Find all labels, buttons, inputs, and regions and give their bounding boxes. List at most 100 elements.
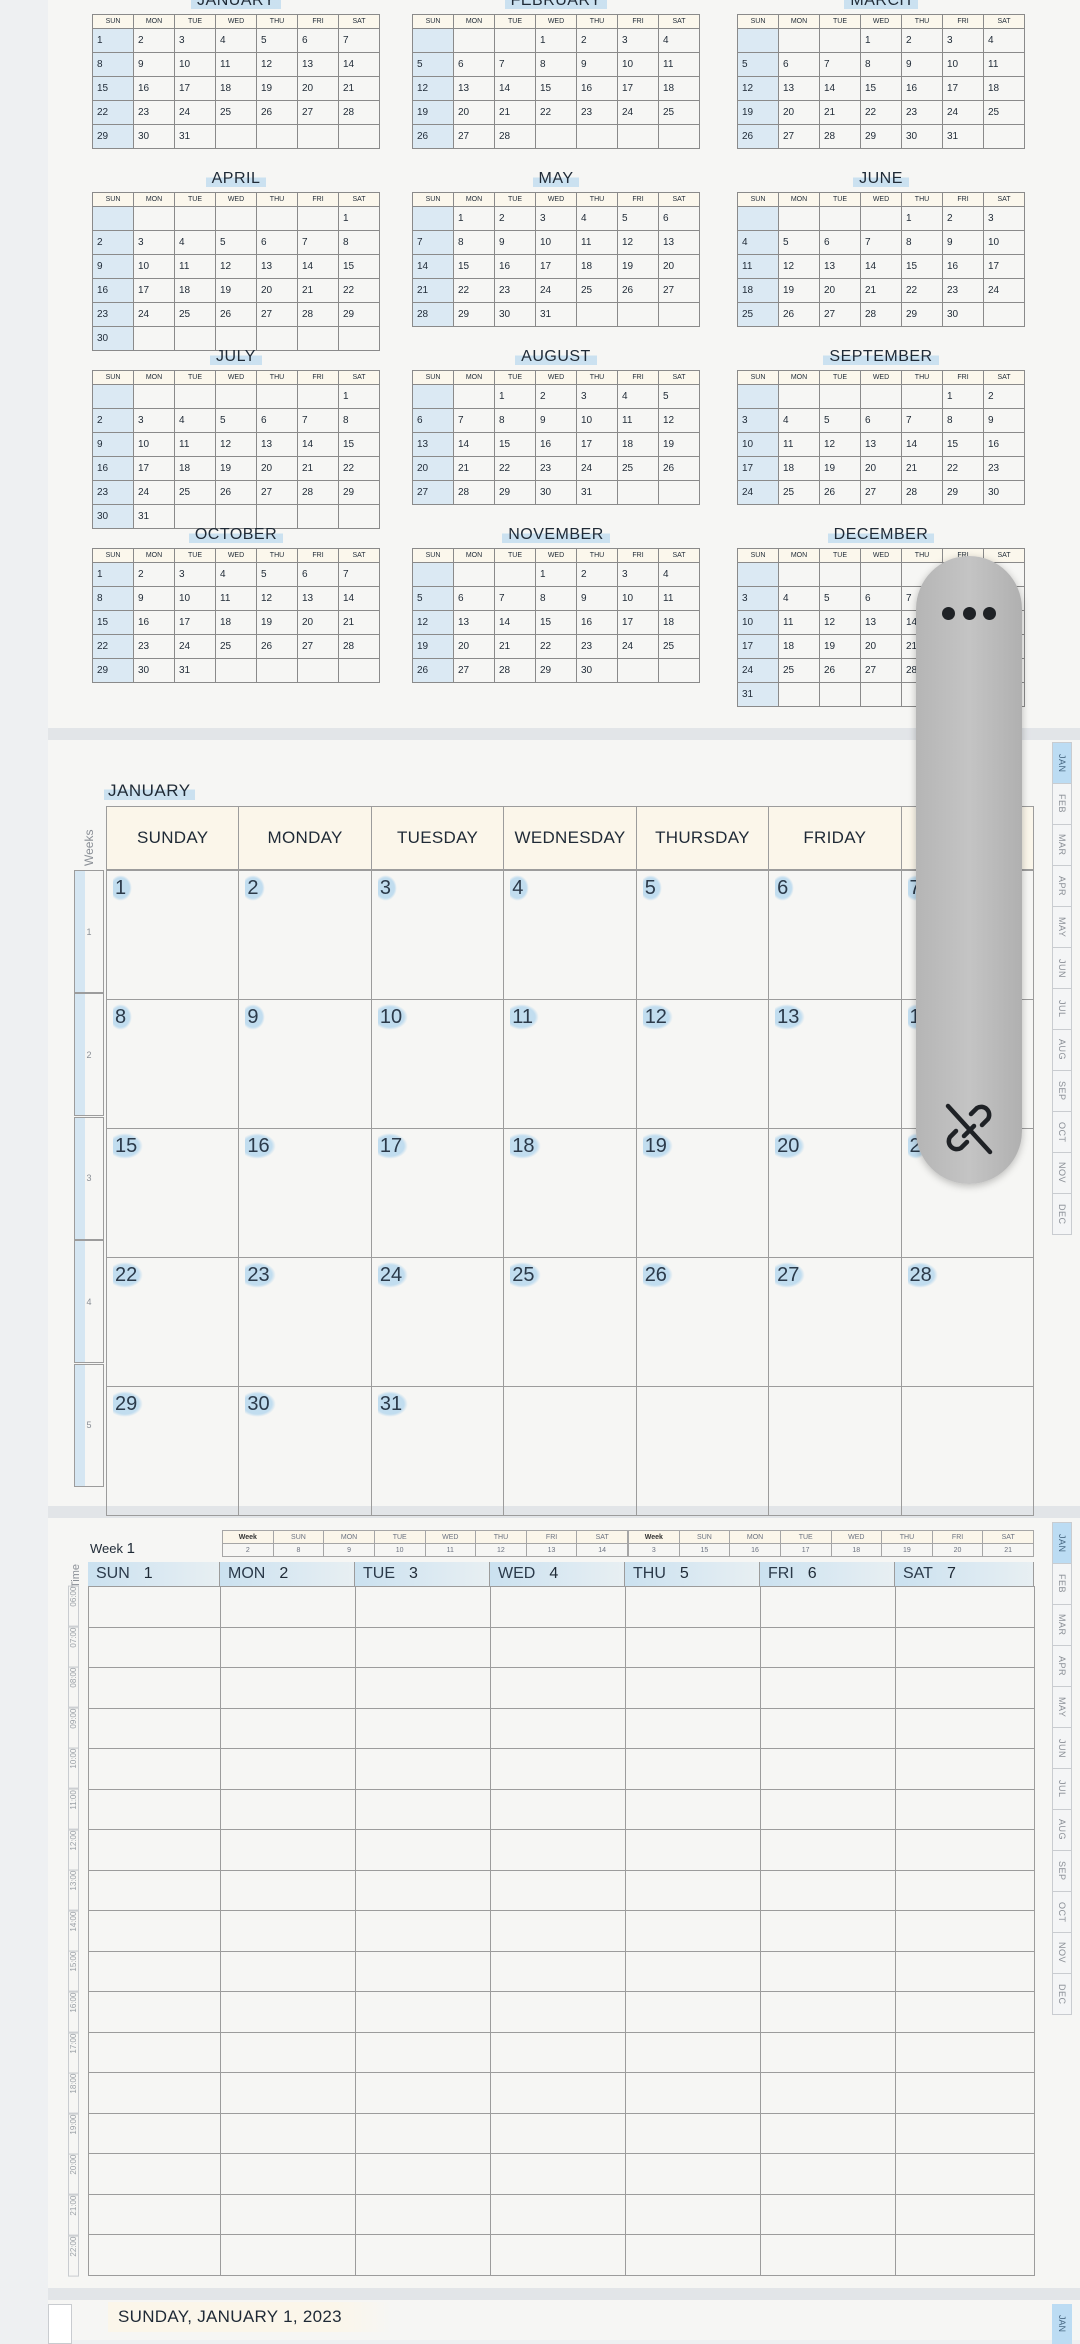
mini-day-cell[interactable]: 27 (297, 634, 339, 659)
mini-day-cell[interactable]: 23 (535, 456, 577, 481)
mini-day-cell[interactable]: 7 (494, 586, 536, 611)
mini-day-cell[interactable]: 22 (338, 456, 380, 481)
time-slot[interactable] (895, 1869, 1035, 1911)
mini-day-cell[interactable]: 16 (942, 254, 984, 279)
mini-day-cell[interactable]: 14 (494, 76, 536, 101)
mini-day-cell[interactable]: 31 (174, 658, 216, 683)
mini-day-cell[interactable]: 13 (778, 76, 820, 101)
mini-day-cell[interactable]: 9 (494, 230, 536, 255)
mini-day-cell[interactable]: 11 (983, 52, 1025, 77)
time-slot[interactable] (625, 2193, 761, 2235)
time-slot[interactable] (625, 1950, 761, 1992)
time-slot[interactable] (355, 1788, 491, 1830)
mini-day-cell[interactable]: 8 (92, 52, 134, 77)
mini-day-cell[interactable]: 11 (658, 52, 700, 77)
time-slot[interactable] (355, 1667, 491, 1709)
mini-day-cell[interactable]: 28 (297, 302, 339, 327)
mini-week-day[interactable]: 12 (475, 1543, 527, 1557)
mini-day-cell[interactable]: 10 (617, 586, 659, 611)
time-slot[interactable] (490, 1707, 626, 1749)
mini-day-cell[interactable]: 26 (658, 456, 700, 481)
mini-day-cell[interactable]: 15 (338, 254, 380, 279)
mini-day-cell[interactable]: 4 (737, 230, 779, 255)
mini-day-cell[interactable]: 2 (576, 562, 618, 587)
mini-day-cell[interactable]: 2 (901, 28, 943, 53)
mini-day-cell[interactable]: 28 (338, 100, 380, 125)
time-slot[interactable] (895, 1950, 1035, 1992)
time-slot[interactable] (625, 1586, 761, 1628)
mini-day-cell[interactable]: 26 (617, 278, 659, 303)
mini-day-cell[interactable]: 19 (256, 610, 298, 635)
time-slot[interactable] (760, 1910, 896, 1952)
mini-day-cell[interactable]: 17 (737, 456, 779, 481)
mini-day-cell[interactable]: 17 (617, 610, 659, 635)
mini-day-cell[interactable]: 22 (494, 456, 536, 481)
tab-jan[interactable]: JAN (1052, 2304, 1072, 2344)
time-slot[interactable] (355, 1991, 491, 2033)
mini-day-cell[interactable]: 10 (617, 52, 659, 77)
mini-day-cell[interactable]: 6 (297, 28, 339, 53)
time-slot[interactable] (895, 2153, 1035, 2195)
tab-sep[interactable]: SEP (1052, 1070, 1072, 1111)
time-slot[interactable] (220, 1626, 356, 1668)
mini-day-cell[interactable]: 14 (453, 432, 495, 457)
time-slot[interactable] (220, 2112, 356, 2154)
time-slot[interactable] (220, 2193, 356, 2235)
mini-day-cell[interactable]: 18 (576, 254, 618, 279)
day-cell[interactable]: 27 (768, 1257, 902, 1387)
time-slot[interactable] (625, 1869, 761, 1911)
mini-day-cell[interactable]: 11 (174, 254, 216, 279)
time-slot[interactable] (895, 2112, 1035, 2154)
mini-day-cell[interactable]: 28 (297, 480, 339, 505)
mini-day-cell[interactable]: 6 (256, 408, 298, 433)
time-slot[interactable] (490, 2153, 626, 2195)
day-cell[interactable] (768, 1386, 902, 1516)
mini-day-cell[interactable]: 2 (133, 28, 175, 53)
mini-week-day[interactable]: 19 (881, 1543, 933, 1557)
mini-day-cell[interactable]: 3 (617, 562, 659, 587)
mini-day-cell[interactable]: 24 (576, 456, 618, 481)
time-slot[interactable] (760, 1788, 896, 1830)
mini-day-cell[interactable]: 5 (658, 384, 700, 409)
mini-day-cell[interactable]: 30 (133, 124, 175, 149)
time-slot[interactable] (490, 1586, 626, 1628)
mini-day-cell[interactable]: 12 (617, 230, 659, 255)
mini-day-cell[interactable]: 21 (338, 76, 380, 101)
mini-day-cell[interactable]: 16 (494, 254, 536, 279)
mini-day-cell[interactable]: 1 (92, 562, 134, 587)
time-slot[interactable] (490, 1626, 626, 1668)
mini-week-day[interactable]: 14 (576, 1543, 628, 1557)
mini-day-cell[interactable]: 23 (576, 634, 618, 659)
mini-day-cell[interactable]: 22 (92, 634, 134, 659)
mini-day-cell[interactable]: 26 (412, 658, 454, 683)
mini-day-cell[interactable]: 10 (535, 230, 577, 255)
day-cell[interactable] (900, 1386, 1035, 1516)
mini-day-cell[interactable]: 14 (297, 432, 339, 457)
time-slot[interactable] (760, 1869, 896, 1911)
mini-week-day[interactable]: 15 (678, 1543, 731, 1557)
day-cell[interactable]: 3 (370, 870, 505, 1000)
mini-day-cell[interactable]: 31 (535, 302, 577, 327)
mini-day-cell[interactable]: 25 (983, 100, 1025, 125)
mini-day-cell[interactable]: 25 (778, 480, 820, 505)
time-slot[interactable] (355, 1910, 491, 1952)
mini-day-cell[interactable]: 6 (453, 52, 495, 77)
time-slot[interactable] (895, 1586, 1035, 1628)
tab-oct[interactable]: OCT (1052, 1111, 1072, 1152)
mini-week-day[interactable]: 8 (272, 1543, 325, 1557)
day-cell[interactable]: 12 (635, 999, 770, 1129)
time-slot[interactable] (625, 2072, 761, 2114)
mini-day-cell[interactable]: 29 (453, 302, 495, 327)
mini-day-cell[interactable]: 19 (256, 76, 298, 101)
mini-day-cell[interactable]: 7 (338, 562, 380, 587)
mini-day-cell[interactable]: 6 (658, 206, 700, 231)
mini-day-cell[interactable]: 25 (658, 634, 700, 659)
mini-day-cell[interactable]: 4 (174, 408, 216, 433)
mini-day-cell[interactable]: 28 (494, 124, 536, 149)
day-cell[interactable]: 22 (105, 1257, 240, 1387)
time-slot[interactable] (625, 2234, 761, 2276)
mini-day-cell[interactable]: 16 (576, 610, 618, 635)
mini-day-cell[interactable]: 4 (576, 206, 618, 231)
time-slot[interactable] (88, 1829, 221, 1871)
tab-dec[interactable]: DEC (1052, 1193, 1072, 1235)
